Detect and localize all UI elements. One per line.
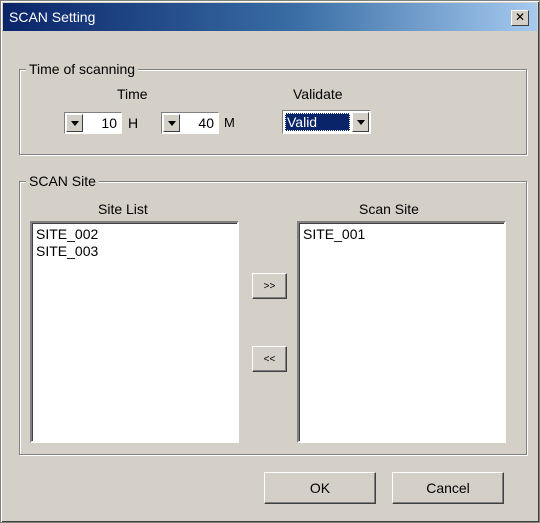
minute-unit-label: M [224,115,235,130]
list-item[interactable]: SITE_002 [36,226,233,243]
window-title: SCAN Setting [9,9,96,25]
title-bar[interactable]: SCAN Setting ✕ [3,3,537,31]
hour-unit-label: H [128,115,139,131]
remove-from-scan-site-button[interactable]: << [252,346,287,372]
minute-spinner[interactable]: 40 [161,112,219,134]
time-of-scanning-label: Time of scanning [26,60,139,78]
validate-label: Validate [293,86,343,102]
chevron-down-icon [168,121,176,126]
validate-selected-value: Valid [285,113,350,131]
scan-site-label: Scan Site [359,201,419,217]
site-list-label: Site List [98,201,148,217]
scan-site-listbox[interactable]: SITE_001 [297,221,506,443]
scan-setting-dialog: SCAN Setting ✕ Time of scanning Time 10 … [0,0,540,523]
validate-dropdown-button[interactable] [352,112,369,132]
close-icon[interactable]: ✕ [511,10,529,26]
list-item[interactable]: SITE_001 [303,226,500,243]
cancel-button[interactable]: Cancel [392,472,504,504]
minute-value: 40 [198,115,214,131]
validate-select[interactable]: Valid [282,110,371,134]
hour-spinner[interactable]: 10 [64,112,122,134]
list-item[interactable]: SITE_003 [36,243,233,260]
scan-site-group-label: SCAN Site [26,172,99,190]
hour-value: 10 [101,115,117,131]
chevron-down-icon [357,120,365,125]
chevron-down-icon [71,121,79,126]
time-label: Time [117,86,148,102]
site-list-listbox[interactable]: SITE_002 SITE_003 [30,221,239,443]
minute-spin-button[interactable] [163,114,180,132]
ok-button[interactable]: OK [264,472,376,504]
add-to-scan-site-button[interactable]: >> [252,273,287,299]
hour-spin-button[interactable] [66,114,83,132]
